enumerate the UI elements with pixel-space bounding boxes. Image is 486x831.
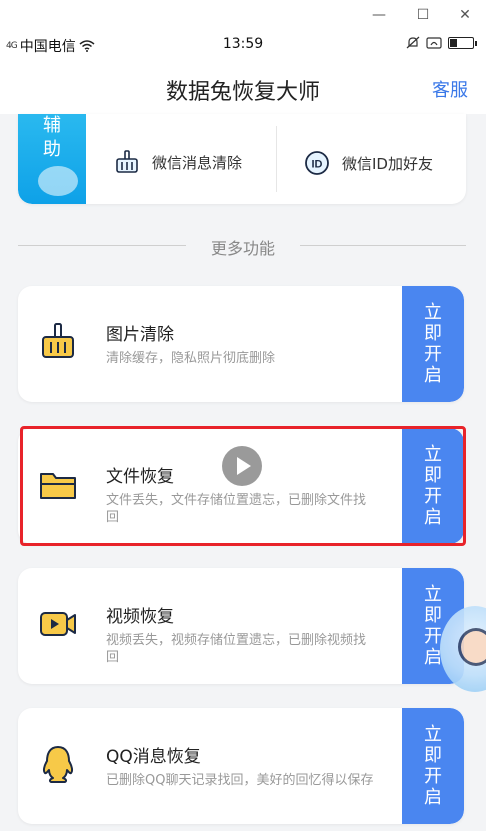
assist-tag-label: 辅 助: [43, 115, 61, 160]
open-now-char: 立: [424, 302, 442, 323]
feature-desc: 已删除QQ聊天记录找回，美好的回忆得以保存: [106, 773, 374, 788]
status-right: [406, 36, 477, 50]
wechat-id-label: 微信ID加好友: [342, 154, 433, 173]
minimize-button[interactable]: —: [367, 4, 391, 26]
assist-tag: 辅 助: [18, 114, 86, 204]
chat-bubble-icon: [38, 166, 78, 196]
feature-title: 图片清除: [106, 325, 174, 345]
folder-icon: [40, 473, 76, 499]
open-now-char: 启: [424, 365, 442, 386]
open-now-char: 开: [424, 486, 442, 507]
app-header: 数据兔恢复大师 客服: [0, 58, 486, 114]
open-now-char: 开: [424, 766, 442, 787]
open-now-char: 开: [424, 344, 442, 365]
feature-card-photo-clear[interactable]: 图片清除 清除缓存，隐私照片彻底删除 立 即 开 启: [18, 286, 464, 402]
wechat-clear-button[interactable]: 微信消息清除: [114, 150, 242, 174]
feature-card-video-recovery[interactable]: 视频恢复 视频丢失，视频存储位置遗忘，已删除视频找回 立 即 开 启: [18, 568, 464, 684]
id-icon: ID: [305, 151, 329, 175]
wechat-id-add-friend-button[interactable]: ID 微信ID加好友: [304, 150, 433, 176]
open-now-char: 启: [424, 787, 442, 808]
page-title: 数据兔恢复大师: [165, 80, 320, 105]
close-button[interactable]: ✕: [453, 4, 477, 26]
battery-icon: [448, 37, 477, 49]
support-agent-icon: [458, 628, 486, 666]
nfc-icon: [426, 37, 442, 49]
feature-title: QQ消息恢复: [106, 747, 201, 767]
section-divider-right: [300, 245, 466, 246]
video-icon: [40, 612, 76, 636]
customer-service-link[interactable]: 客服: [432, 76, 468, 102]
open-now-char: 即: [424, 605, 442, 626]
feature-desc: 视频丢失，视频存储位置遗忘，已删除视频找回: [106, 633, 367, 665]
open-now-char: 立: [424, 444, 442, 465]
status-bar: 4G 中国电信 13:59: [0, 30, 486, 58]
assist-divider: [276, 126, 277, 192]
open-now-char: 启: [424, 507, 442, 528]
open-now-char: 即: [424, 465, 442, 486]
feature-desc: 清除缓存，隐私照片彻底删除: [106, 351, 276, 366]
assist-card: 辅 助 微信消息清除 ID 微信ID加好友: [18, 114, 466, 204]
feature-title: 视频恢复: [106, 607, 174, 627]
open-now-char: 立: [424, 724, 442, 745]
play-icon[interactable]: [222, 446, 262, 486]
open-now-button[interactable]: 立 即 开 启: [402, 286, 464, 402]
open-now-button[interactable]: 立 即 开 启: [402, 708, 464, 824]
section-title: 更多功能: [210, 239, 275, 258]
broom-icon: [116, 150, 138, 173]
window-title-bar: — ☐ ✕: [0, 0, 486, 30]
open-now-char: 即: [424, 323, 442, 344]
qq-icon: [42, 746, 74, 783]
mute-bell-icon: [406, 36, 420, 49]
maximize-button[interactable]: ☐: [411, 4, 435, 26]
broom-icon: [42, 323, 74, 358]
section-divider-left: [18, 245, 186, 246]
svg-text:ID: ID: [312, 159, 323, 171]
feature-title: 文件恢复: [106, 467, 174, 487]
open-now-button[interactable]: 立 即 开 启: [402, 428, 464, 544]
feature-desc: 文件丢失，文件存储位置遗忘，已删除文件找回: [106, 493, 367, 525]
feature-card-qq-recovery[interactable]: QQ消息恢复 已删除QQ聊天记录找回，美好的回忆得以保存 立 即 开 启: [18, 708, 464, 824]
open-now-char: 即: [424, 745, 442, 766]
open-now-char: 立: [424, 584, 442, 605]
wechat-clear-label: 微信消息清除: [152, 153, 243, 172]
